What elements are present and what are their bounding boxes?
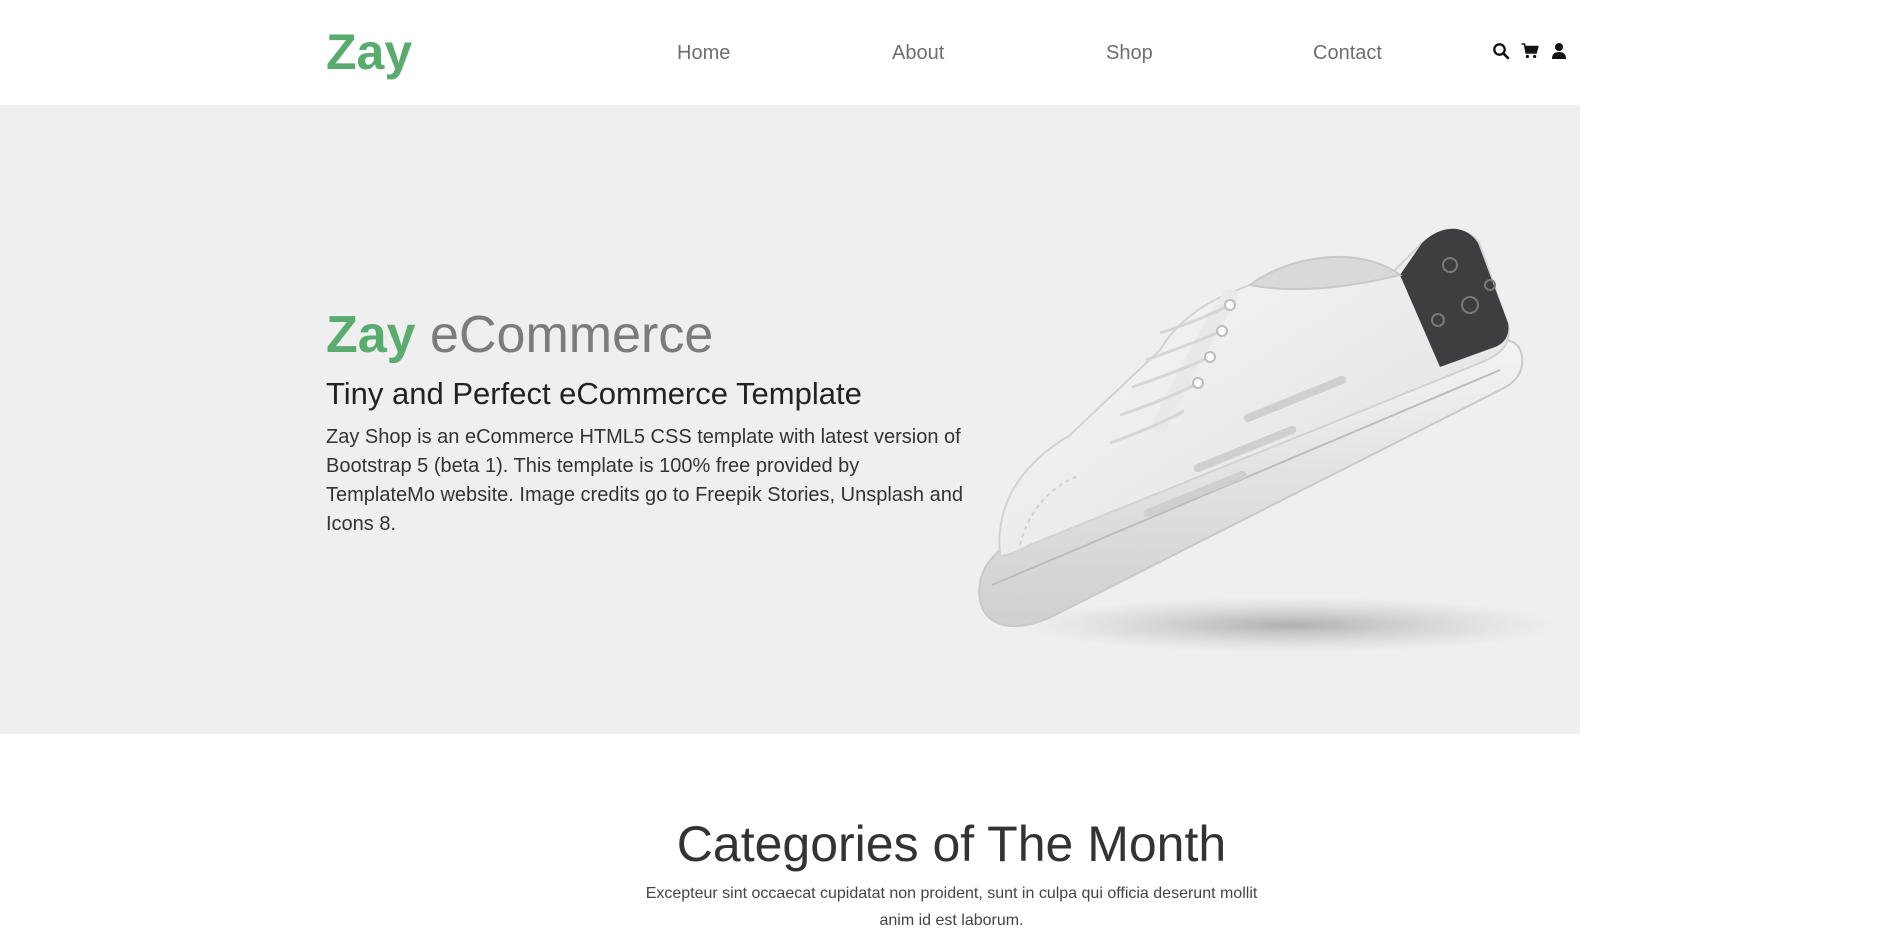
site-header: Zay Home About Shop Contact <box>0 0 1903 105</box>
header-icons <box>1492 42 1568 60</box>
user-icon[interactable] <box>1550 42 1568 60</box>
search-icon[interactable] <box>1492 42 1510 60</box>
hero-text-block: Zay eCommerce Tiny and Perfect eCommerce… <box>326 303 966 539</box>
brand-logo[interactable]: Zay <box>326 22 412 82</box>
nav-about-link[interactable]: About <box>892 41 944 65</box>
hero-title: Zay eCommerce <box>326 303 966 367</box>
nav-shop-link[interactable]: Shop <box>1106 41 1153 65</box>
categories-description: Excepteur sint occaecat cupidatat non pr… <box>645 885 1258 929</box>
categories-section: Categories of The Month Excepteur sint o… <box>0 734 1903 951</box>
sneaker-image <box>960 185 1570 665</box>
nav-home-link[interactable]: Home <box>677 41 730 65</box>
categories-title: Categories of The Month <box>676 816 1227 872</box>
hero-title-rest: eCommerce <box>415 306 714 364</box>
cart-icon[interactable] <box>1521 42 1539 60</box>
hero-description: Zay Shop is an eCommerce HTML5 CSS templ… <box>326 426 963 535</box>
hero-carousel: Zay eCommerce Tiny and Perfect eCommerce… <box>0 105 1903 734</box>
hero-subtitle: Tiny and Perfect eCommerce Template <box>326 376 862 411</box>
nav-contact-link[interactable]: Contact <box>1313 41 1382 65</box>
hero-title-accent: Zay <box>326 306 416 364</box>
